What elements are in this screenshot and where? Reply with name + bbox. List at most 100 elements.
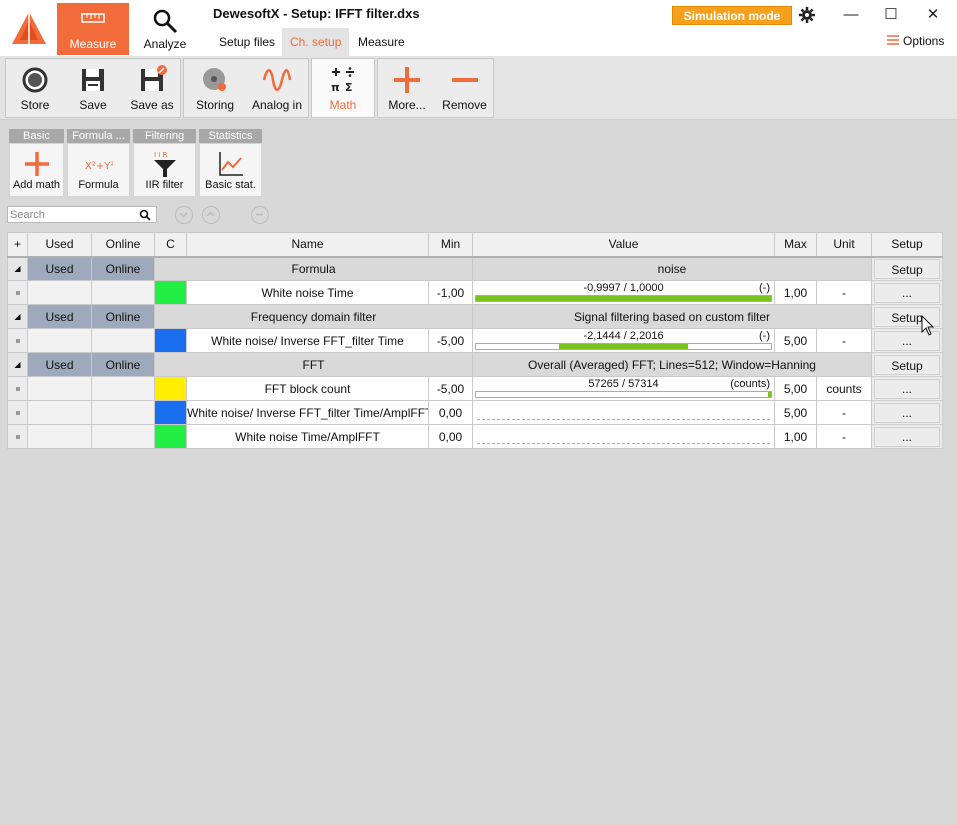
tab-ch-setup[interactable]: Ch. setup <box>282 28 350 56</box>
channel-used-cell[interactable] <box>27 328 92 353</box>
channel-row-handle[interactable] <box>7 280 28 305</box>
channel-unit[interactable]: counts <box>816 376 872 401</box>
add-math-label: Add math <box>12 179 61 191</box>
table-header-row: + Used Online C Name Min Value Max Unit … <box>7 232 943 258</box>
maximize-icon[interactable]: ☐ <box>879 4 903 26</box>
options-button[interactable]: Options <box>886 34 944 48</box>
channel-name[interactable]: White noise/ Inverse FFT_filter Time <box>186 328 429 353</box>
iir-filter-button[interactable]: I I R IIR filter <box>133 143 196 197</box>
channel-name[interactable]: White noise/ Inverse FFT_filter Time/Amp… <box>186 400 429 425</box>
channel-min[interactable]: -5,00 <box>428 376 473 401</box>
store-button[interactable]: Store <box>6 59 64 117</box>
channel-row[interactable]: White noise Time/AmplFFT 0,00 1,00-... <box>7 424 943 449</box>
group-online[interactable]: Online <box>91 256 155 281</box>
channel-min[interactable]: -1,00 <box>428 280 473 305</box>
channel-name[interactable]: White noise Time <box>186 280 429 305</box>
channel-online-cell[interactable] <box>91 280 155 305</box>
basic-stat-button[interactable]: Basic stat. <box>199 143 262 197</box>
channel-min[interactable]: 0,00 <box>428 400 473 425</box>
group-used[interactable]: Used <box>27 352 92 377</box>
close-icon[interactable]: ✕ <box>921 4 945 26</box>
group-online[interactable]: Online <box>91 352 155 377</box>
group-used[interactable]: Used <box>27 256 92 281</box>
group-expand-toggle[interactable]: ◢ <box>7 304 28 329</box>
chevron-down-icon[interactable] <box>175 206 193 224</box>
channel-used-cell[interactable] <box>27 400 92 425</box>
channel-color-swatch[interactable] <box>154 376 187 401</box>
floppy-edit-icon <box>141 65 167 91</box>
formula-button[interactable]: X²+Y² Formula <box>67 143 130 197</box>
search-icon[interactable] <box>139 209 151 221</box>
channel-row-handle[interactable] <box>7 376 28 401</box>
channel-online-cell[interactable] <box>91 328 155 353</box>
add-math-button[interactable]: Add math <box>9 143 64 197</box>
tab-setup-files[interactable]: Setup files <box>211 28 283 56</box>
group-setup-button[interactable]: Setup <box>874 354 940 375</box>
channel-max[interactable]: 5,00 <box>774 400 817 425</box>
channel-color-swatch[interactable] <box>154 280 187 305</box>
svg-text:π: π <box>331 81 340 94</box>
channel-used-cell[interactable] <box>27 280 92 305</box>
remove-button[interactable]: Remove <box>436 59 493 117</box>
channel-value-unit: (-) <box>759 282 770 294</box>
channel-setup-button[interactable]: ... <box>874 378 940 399</box>
header-add[interactable]: + <box>7 232 28 258</box>
dewesoft-logo[interactable] <box>0 0 57 55</box>
minimize-icon[interactable]: — <box>839 4 863 26</box>
more-button[interactable]: More... <box>378 59 436 117</box>
channel-online-cell[interactable] <box>91 400 155 425</box>
simulation-mode-badge[interactable]: Simulation mode <box>672 6 792 25</box>
channel-used-cell[interactable] <box>27 376 92 401</box>
channel-color-swatch[interactable] <box>154 328 187 353</box>
channel-unit[interactable]: - <box>816 400 872 425</box>
analog-in-button[interactable]: Analog in <box>246 59 308 117</box>
channel-row[interactable]: White noise Time -1,00 -0,9997 / 1,0000 (-)… <box>7 280 943 305</box>
channel-used-cell[interactable] <box>27 424 92 449</box>
channel-name[interactable]: FFT block count <box>186 376 429 401</box>
channel-unit[interactable]: - <box>816 424 872 449</box>
collapse-icon[interactable] <box>251 206 269 224</box>
tab-measure[interactable]: Measure <box>350 28 413 56</box>
channel-setup-button[interactable]: ... <box>874 402 940 423</box>
storing-button[interactable]: Storing <box>184 59 246 117</box>
search-input[interactable] <box>10 208 136 221</box>
group-used[interactable]: Used <box>27 304 92 329</box>
channel-unit[interactable]: - <box>816 280 872 305</box>
channel-color-swatch[interactable] <box>154 424 187 449</box>
channel-row[interactable]: FFT block count -5,00 57265 / 57314 (counts… <box>7 376 943 401</box>
channel-unit[interactable]: - <box>816 328 872 353</box>
group-online[interactable]: Online <box>91 304 155 329</box>
group-setup-button[interactable]: Setup <box>874 258 940 279</box>
channel-row-handle[interactable] <box>7 424 28 449</box>
channel-row[interactable]: White noise/ Inverse FFT_filter Time/Amp… <box>7 400 943 425</box>
channel-color-swatch[interactable] <box>154 400 187 425</box>
mouse-cursor-icon <box>921 315 935 336</box>
save-button[interactable]: Save <box>64 59 122 117</box>
search-box <box>7 206 157 223</box>
channel-online-cell[interactable] <box>91 424 155 449</box>
group-expand-toggle[interactable]: ◢ <box>7 256 28 281</box>
channel-max[interactable]: 5,00 <box>774 376 817 401</box>
channel-max[interactable]: 5,00 <box>774 328 817 353</box>
channel-row-handle[interactable] <box>7 328 28 353</box>
chevron-up-icon[interactable] <box>202 206 220 224</box>
gear-icon[interactable] <box>798 6 816 24</box>
save-as-button[interactable]: Save as <box>122 59 182 117</box>
channel-online-cell[interactable] <box>91 376 155 401</box>
channel-min[interactable]: -5,00 <box>428 328 473 353</box>
channel-row[interactable]: White noise/ Inverse FFT_filter Time -5,0… <box>7 328 943 353</box>
channel-name[interactable]: White noise Time/AmplFFT <box>186 424 429 449</box>
channel-min[interactable]: 0,00 <box>428 424 473 449</box>
math-button[interactable]: πΣ Math <box>312 59 374 117</box>
channel-max[interactable]: 1,00 <box>774 424 817 449</box>
channel-row-handle[interactable] <box>7 400 28 425</box>
channel-setup-button[interactable]: ... <box>874 282 940 303</box>
group-expand-toggle[interactable]: ◢ <box>7 352 28 377</box>
channel-max[interactable]: 1,00 <box>774 280 817 305</box>
channel-setup-button[interactable]: ... <box>874 426 940 447</box>
header-unit: Unit <box>816 232 872 258</box>
mode-analyze-button[interactable]: Analyze <box>129 3 201 55</box>
row-handle-icon <box>15 435 20 440</box>
mode-measure-button[interactable]: Measure <box>57 3 129 55</box>
group-name: Formula <box>154 256 473 281</box>
